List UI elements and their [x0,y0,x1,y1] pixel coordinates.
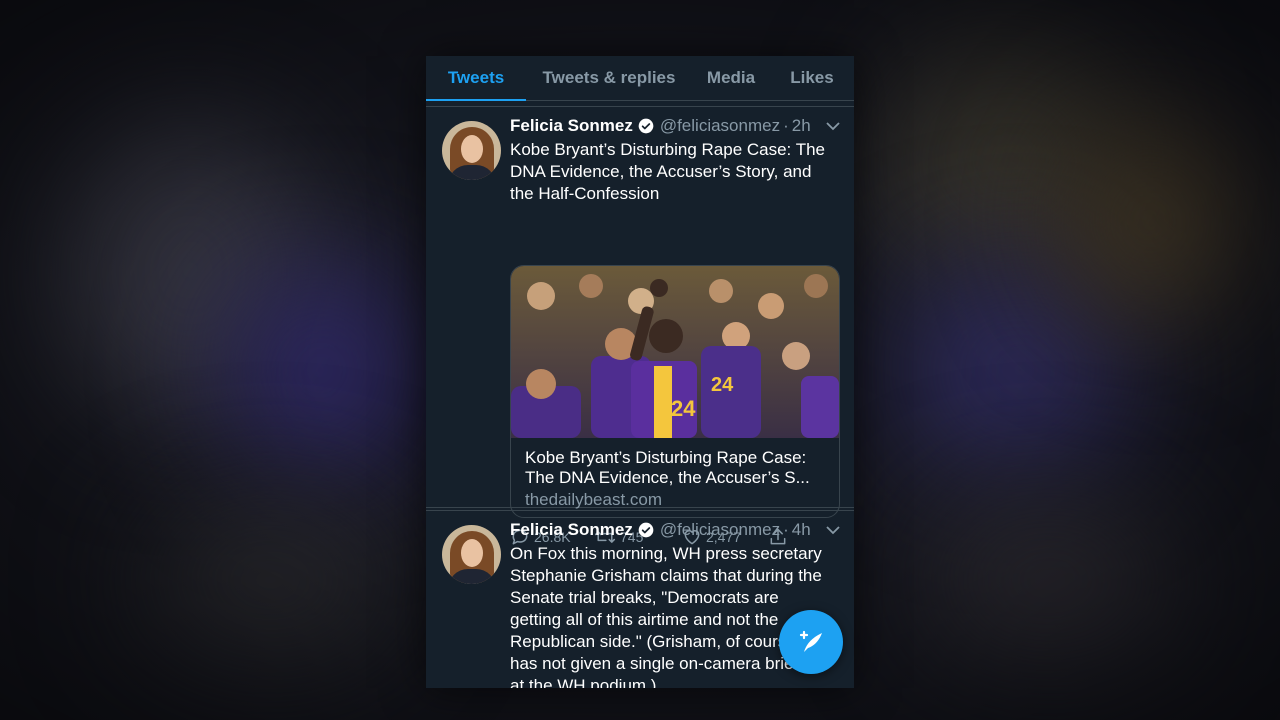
tab-tweets[interactable]: Tweets [426,56,526,101]
verified-badge-icon [638,118,654,134]
twitter-profile-screen: Tweets Tweets & replies Media Likes Feli… [426,56,854,688]
tab-media[interactable]: Media [692,56,770,100]
svg-text:24: 24 [711,374,734,396]
avatar[interactable] [442,121,501,180]
tweet-time: 2h [791,116,811,135]
link-card[interactable]: 24 24 Kobe Bryant’s Disturbing Rape Case… [510,265,840,518]
author-name[interactable]: Felicia Sonmez [510,116,633,136]
compose-tweet-button[interactable] [779,610,843,674]
tweet[interactable]: Felicia Sonmez @feliciasonmez · 2h Kobe … [426,106,854,545]
card-title: Kobe Bryant’s Disturbing Rape Case: The … [525,448,810,487]
card-domain: thedailybeast.com [525,490,663,509]
tab-likes[interactable]: Likes [770,56,854,100]
verified-badge-icon [638,522,654,538]
tweet-text: Kobe Bryant’s Disturbing Rape Case: The … [510,140,825,203]
tab-tweets-and-replies[interactable]: Tweets & replies [526,56,692,100]
svg-text:24: 24 [671,396,696,421]
tweet-header: Felicia Sonmez @feliciasonmez · 2h [510,116,811,136]
tweet-header: Felicia Sonmez @feliciasonmez · 4h [510,520,811,540]
profile-tabs: Tweets Tweets & replies Media Likes [426,56,854,101]
avatar[interactable] [442,525,501,584]
author-handle[interactable]: @feliciasonmez [660,520,780,540]
author-handle[interactable]: @feliciasonmez [660,116,780,136]
card-image: 24 24 [511,266,839,438]
author-name[interactable]: Felicia Sonmez [510,520,633,540]
tweet-time: 4h [791,520,811,539]
chevron-down-icon[interactable] [826,121,840,131]
compose-tweet-icon [799,630,822,652]
chevron-down-icon[interactable] [826,525,840,535]
